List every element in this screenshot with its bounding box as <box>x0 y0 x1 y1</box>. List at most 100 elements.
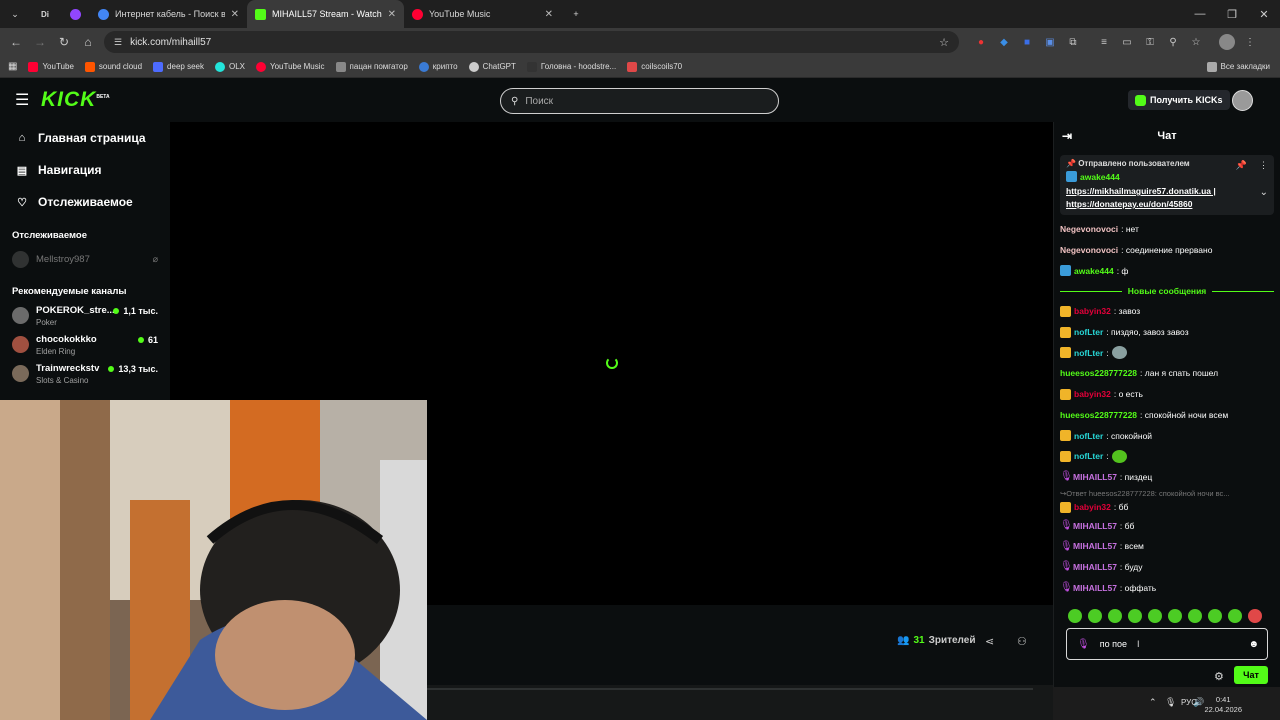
more-options-icon[interactable]: ⋮ <box>1259 160 1268 171</box>
reply-reference[interactable]: ↪ Ответ hueesos228777228: спокойной ночи… <box>1060 487 1274 499</box>
search-input[interactable]: ⚲ Поиск <box>500 88 779 114</box>
chat-username[interactable]: nofLter <box>1074 327 1103 337</box>
bookmark-item[interactable]: OLX <box>214 61 245 72</box>
pinned-link-1[interactable]: https://mikhailmaguire57.donatik.ua | <box>1066 186 1216 196</box>
close-tab-icon[interactable]: ✕ <box>388 9 396 20</box>
emote-icon[interactable] <box>1168 609 1182 623</box>
tab-pinned-twitch[interactable] <box>60 0 90 28</box>
bookmark-item[interactable]: крипто <box>418 61 458 72</box>
emote-icon[interactable] <box>1068 609 1082 623</box>
chat-username[interactable]: MIHAILL57 <box>1073 472 1117 482</box>
url-bar[interactable]: ☰ kick.com/mihaill57 ☆ <box>104 31 959 53</box>
emote-icon[interactable] <box>1188 609 1202 623</box>
forward-icon[interactable]: → <box>28 35 52 49</box>
chat-input[interactable]: 🎙 по пое I ☻ <box>1066 628 1268 660</box>
emote-icon[interactable] <box>1128 609 1142 623</box>
tab-google-search[interactable]: Интернет кабель - Поиск в Go ✕ <box>90 0 247 28</box>
emote-icon[interactable] <box>1108 609 1122 623</box>
pinned-link-2[interactable]: https://donatepay.eu/don/45860 <box>1066 199 1192 209</box>
chat-username[interactable]: MIHAILL57 <box>1073 541 1117 551</box>
back-icon[interactable]: ← <box>4 35 28 49</box>
new-tab-button[interactable]: + <box>561 0 591 28</box>
menu-icon[interactable]: ⋮ <box>1242 34 1258 50</box>
emote-icon[interactable] <box>1088 609 1102 623</box>
tab-kick-stream[interactable]: MIHAILL57 Stream - Watch Live ✕ <box>247 0 404 28</box>
chat-username[interactable]: babyin32 <box>1074 306 1111 316</box>
recommended-channel[interactable]: Trainwreckstv Slots & Casino 13,3 тыс. <box>0 360 170 389</box>
restore-icon[interactable]: ❐ <box>1216 8 1248 21</box>
gear-icon[interactable]: ⚙ <box>1214 670 1224 683</box>
tab-search-button[interactable]: ⌄ <box>0 0 30 28</box>
recommended-channel[interactable]: POKEROK_stre... Poker 1,1 тыс. <box>0 302 170 331</box>
extension-icon[interactable]: ■ <box>1019 34 1035 50</box>
chat-username[interactable]: hueesos228777228 <box>1060 368 1137 378</box>
all-bookmarks[interactable]: Все закладки <box>1206 61 1270 72</box>
tab-pinned-di[interactable]: Di <box>30 0 60 28</box>
get-kicks-button[interactable]: Получить KICKs <box>1128 90 1230 110</box>
bookmark-item[interactable]: deep seek <box>153 61 204 72</box>
chat-username[interactable]: nofLter <box>1074 431 1103 441</box>
microphone-icon[interactable]: 🎙 <box>1165 697 1176 708</box>
chat-username[interactable]: hueesos228777228 <box>1060 410 1137 420</box>
chevron-down-icon[interactable]: ⌄ <box>1260 187 1268 198</box>
bookmark-item[interactable]: ChatGPT <box>468 61 516 72</box>
emote-icon[interactable] <box>1148 609 1162 623</box>
bookmarks-icon[interactable]: ☆ <box>1188 34 1204 50</box>
share-icon[interactable]: ⋖ <box>985 635 994 648</box>
followed-channel[interactable]: Mellstroy987 ⌀ <box>0 246 170 272</box>
language-indicator[interactable]: РУС <box>1181 698 1197 707</box>
clock[interactable]: 0:41 22.04.2026 <box>1204 695 1242 715</box>
sidebar-item-home[interactable]: ⌂ Главная страница <box>0 122 170 154</box>
close-tab-icon[interactable]: ✕ <box>231 9 239 20</box>
collapse-chat-icon[interactable]: ⇥ <box>1062 129 1072 143</box>
bookmark-item[interactable]: sound cloud <box>84 61 142 72</box>
translate-icon[interactable]: ▣ <box>1042 34 1058 50</box>
home-icon[interactable]: ⌂ <box>76 35 100 49</box>
bookmark-item[interactable]: Головна - hoodstre... <box>526 61 616 72</box>
chat-username[interactable]: babyin32 <box>1074 502 1111 512</box>
chat-username[interactable]: MIHAILL57 <box>1073 562 1117 572</box>
chat-username[interactable]: nofLter <box>1074 348 1103 358</box>
minimize-icon[interactable]: — <box>1184 8 1216 20</box>
send-chat-button[interactable]: Чат <box>1234 666 1268 684</box>
card-icon[interactable]: ▭ <box>1119 34 1135 50</box>
extension-icon[interactable]: ● <box>973 34 989 50</box>
chat-username[interactable]: Negevonovoci <box>1060 245 1118 255</box>
puzzle-icon[interactable]: ⧉ <box>1065 34 1081 50</box>
sidebar-item-browse[interactable]: ▤ Навигация <box>0 154 170 186</box>
hamburger-menu-icon[interactable]: ☰ <box>15 90 29 110</box>
extension-icon[interactable]: ◆ <box>996 34 1012 50</box>
chat-username[interactable]: nofLter <box>1074 451 1103 461</box>
tab-youtube-music[interactable]: YouTube Music ✕ <box>404 0 561 28</box>
chevron-up-icon[interactable]: ⌃ <box>1149 697 1157 708</box>
bookmark-item[interactable]: пацан помгатор <box>335 61 408 72</box>
recommended-channel[interactable]: chocokokkko Elden Ring 61 <box>0 331 170 360</box>
bookmark-item[interactable]: YouTube Music <box>255 61 325 72</box>
bookmark-item[interactable]: coilscoils70 <box>627 61 682 72</box>
close-window-icon[interactable]: ✕ <box>1248 8 1280 21</box>
user-avatar[interactable] <box>1232 90 1253 111</box>
bookmark-star-icon[interactable]: ☆ <box>939 36 949 49</box>
profile-avatar[interactable] <box>1219 34 1235 50</box>
emoji-picker-icon[interactable]: ☻ <box>1248 639 1259 650</box>
location-icon[interactable]: ⚲ <box>1165 34 1181 50</box>
chat-username[interactable]: MIHAILL57 <box>1073 583 1117 593</box>
chat-username[interactable]: awake444 <box>1074 266 1114 276</box>
emote-icon[interactable] <box>1208 609 1222 623</box>
sidebar-item-following[interactable]: ♡ Отслеживаемое <box>0 186 170 218</box>
emote-icon[interactable] <box>1248 609 1262 623</box>
close-tab-icon[interactable]: ✕ <box>545 9 553 20</box>
key-icon[interactable]: ⚿ <box>1142 34 1158 50</box>
follow-user-icon[interactable]: ⚇ <box>1017 635 1027 648</box>
pinned-user[interactable]: awake444 <box>1066 171 1268 182</box>
pin-icon[interactable]: 📌 <box>1236 160 1247 171</box>
chat-username[interactable]: babyin32 <box>1074 389 1111 399</box>
chat-username[interactable]: MIHAILL57 <box>1073 521 1117 531</box>
site-info-icon[interactable]: ☰ <box>114 37 122 48</box>
bookmark-item[interactable]: YouTube <box>28 61 74 72</box>
kick-logo[interactable]: KICKBETA <box>41 88 110 112</box>
reading-list-icon[interactable]: ≡ <box>1096 34 1112 50</box>
emote-icon[interactable] <box>1228 609 1242 623</box>
reload-icon[interactable]: ↻ <box>52 35 76 49</box>
pinned-link[interactable]: https://mikhailmaguire57.donatik.ua | htt… <box>1066 185 1268 211</box>
